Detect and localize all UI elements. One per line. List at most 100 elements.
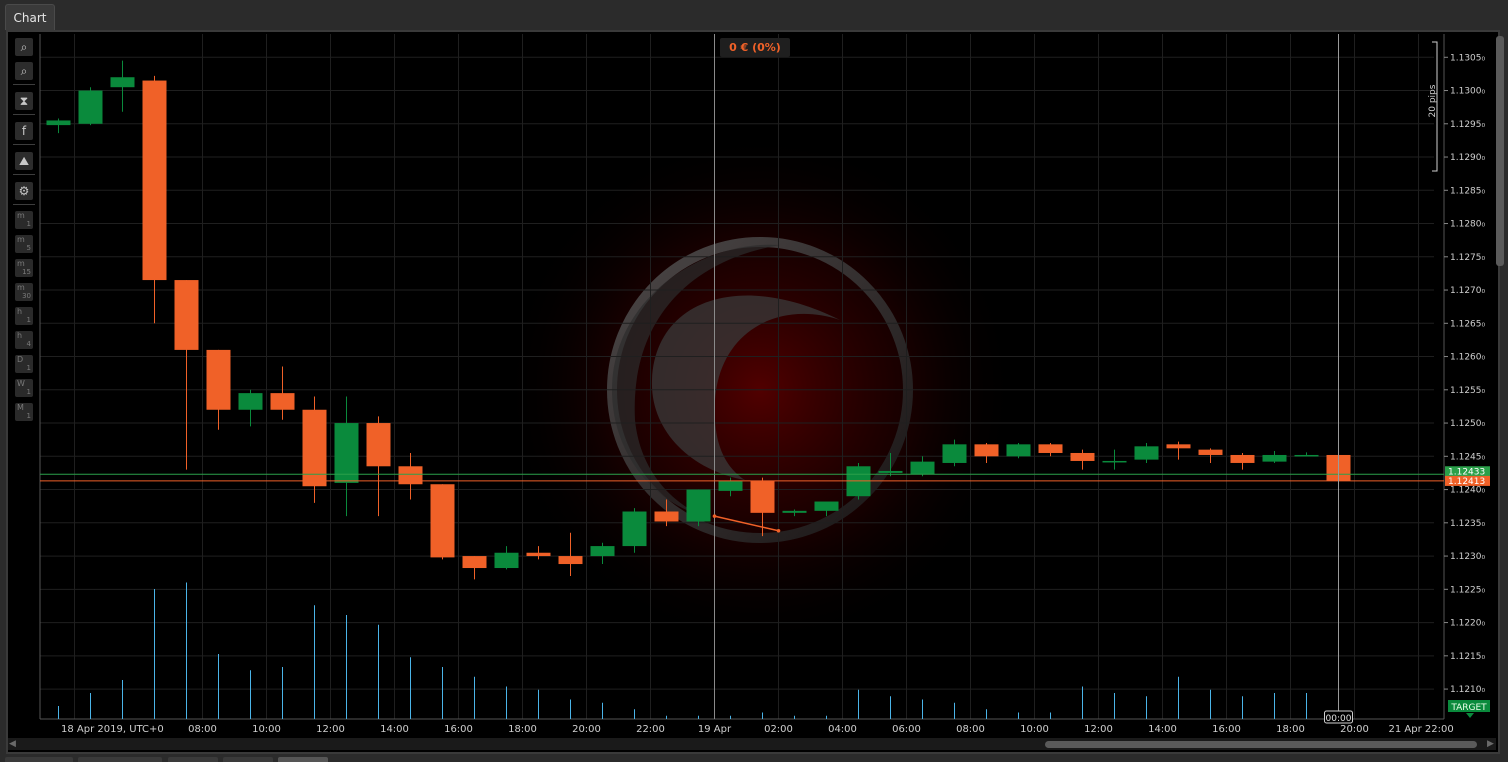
zoom-in-icon[interactable]: ⌕ <box>15 38 33 56</box>
scroll-right-icon[interactable]: ▶ <box>1487 739 1494 749</box>
toolbar-divider <box>13 144 35 145</box>
indicator-icon[interactable]: ⛰ <box>15 152 33 170</box>
bottom-tab-active[interactable] <box>278 757 328 762</box>
time-tick-label: 12:00 <box>316 724 345 735</box>
vertical-scrollbar[interactable] <box>1496 36 1504 266</box>
timeframe-sub: 5 <box>26 244 31 252</box>
candle-body <box>110 77 135 88</box>
timeframe-main: D <box>17 355 24 364</box>
chart-settings-icon[interactable]: ⚙ <box>15 182 33 200</box>
timeframe-sub: 15 <box>22 268 31 276</box>
candle-body <box>974 444 999 457</box>
price-tick-label: 1.1240₀ <box>1450 486 1485 496</box>
trend-line-point <box>712 514 717 518</box>
candle-body <box>174 280 199 350</box>
price-tick-label: 1.1295₀ <box>1450 120 1485 130</box>
candle-body <box>686 489 711 522</box>
time-tick-label: 18 Apr 2019, UTC+0 <box>61 724 164 735</box>
bottom-tab[interactable] <box>78 757 162 762</box>
price-tick-label: 1.1300₀ <box>1450 87 1485 97</box>
candle-body <box>526 552 551 557</box>
price-tick-label: 1.1215₀ <box>1450 652 1485 662</box>
candle-body <box>1134 446 1159 460</box>
candle-body <box>1294 454 1319 457</box>
timeframe-button-h1[interactable]: h1 <box>15 307 33 325</box>
price-tick-label: 1.1305₀ <box>1450 53 1485 63</box>
bottom-tab[interactable] <box>223 757 273 762</box>
candle-body <box>430 484 455 558</box>
candle-body <box>878 470 903 473</box>
candle-body <box>1262 454 1287 462</box>
candle-body <box>462 556 487 569</box>
pips-ruler-label: 20 pips <box>1428 84 1438 118</box>
toolbar-divider <box>13 174 35 175</box>
timeframe-main: m <box>17 235 25 244</box>
time-tick-label: 20:00 <box>572 724 601 735</box>
target-arrow-icon <box>1466 713 1474 718</box>
candle-body <box>942 444 967 463</box>
bottom-tab[interactable] <box>5 757 73 762</box>
price-tick-label: 1.1210₀ <box>1450 685 1485 695</box>
candle-body <box>1102 460 1127 463</box>
time-tick-label: 18:00 <box>1276 724 1305 735</box>
timeframe-sub: 1 <box>26 388 31 396</box>
candle-body <box>1038 444 1063 453</box>
price-tick-label: 1.1235₀ <box>1450 519 1485 529</box>
timeframe-sub: 1 <box>26 316 31 324</box>
timeframe-main: M <box>17 403 24 412</box>
cursor-time-label: 00:00 <box>1326 714 1352 724</box>
candle-body <box>622 511 647 547</box>
price-tick-label: 1.1245₀ <box>1450 452 1485 462</box>
timeframe-button-m1[interactable]: m1 <box>15 211 33 229</box>
timeframe-main: W <box>17 379 25 388</box>
timeframe-button-h4[interactable]: h4 <box>15 331 33 349</box>
candle-body <box>1070 452 1095 461</box>
candle-body <box>590 546 615 557</box>
bid-price-label: 1.12413 <box>1448 477 1485 487</box>
ask-price-label: 1.12433 <box>1448 467 1485 477</box>
price-tick-label: 1.1255₀ <box>1450 386 1485 396</box>
zoom-out-icon[interactable]: ⌕ <box>15 62 33 80</box>
toolbar-divider <box>13 204 35 205</box>
candle-body <box>1198 449 1223 455</box>
timeframe-button-w1[interactable]: W1 <box>15 379 33 397</box>
candle-body <box>270 393 295 410</box>
candle-type-icon[interactable]: ⧗ <box>15 92 33 110</box>
bottom-tab[interactable] <box>168 757 218 762</box>
timeframe-button-m30[interactable]: m 30 <box>15 283 33 301</box>
timeframe-button-m15[interactable]: m 15 <box>15 259 33 277</box>
scroll-left-icon[interactable]: ◀ <box>9 739 16 749</box>
timeframe-button-d1[interactable]: D1 <box>15 355 33 373</box>
price-chart[interactable]: 1.1305₀ 1.1300₀ 1.1295₀ 1.1290₀ 1.1285₀ 1.128… <box>0 0 1508 762</box>
candle-body <box>142 80 167 281</box>
time-tick-label: 20:00 <box>1340 724 1369 735</box>
timeframe-main: m <box>17 211 25 220</box>
time-tick-label: 16:00 <box>1212 724 1241 735</box>
candle-body <box>1166 444 1191 449</box>
price-tick-label: 1.1290₀ <box>1450 153 1485 163</box>
candle-body <box>1006 444 1031 457</box>
timeframe-sub: 4 <box>26 340 31 348</box>
facebook-icon[interactable]: f <box>15 122 33 140</box>
timeframe-button-m5[interactable]: m5 <box>15 235 33 253</box>
time-tick-label: 12:00 <box>1084 724 1113 735</box>
scrollbar-thumb[interactable] <box>1045 741 1477 748</box>
price-tick-label: 1.1225₀ <box>1450 585 1485 595</box>
candle-body <box>910 461 935 475</box>
candle-body <box>558 556 583 565</box>
time-tick-label: 14:00 <box>1148 724 1177 735</box>
candle-body <box>654 511 679 522</box>
price-tick-label: 1.1230₀ <box>1450 552 1485 562</box>
trend-line-point <box>776 528 781 533</box>
target-label: TARGET <box>1450 703 1487 713</box>
price-tick-label: 1.1265₀ <box>1450 319 1485 329</box>
timeframe-button-mn1[interactable]: M1 <box>15 403 33 421</box>
toolbar-divider <box>13 114 35 115</box>
time-tick-label: 06:00 <box>892 724 921 735</box>
price-tick-label: 1.1285₀ <box>1450 186 1485 196</box>
candle-body <box>718 480 743 491</box>
price-tick-label: 1.1250₀ <box>1450 419 1485 429</box>
timeframe-sub: 1 <box>26 220 31 228</box>
candle-body <box>238 393 263 410</box>
timeframe-main: m <box>17 259 25 268</box>
